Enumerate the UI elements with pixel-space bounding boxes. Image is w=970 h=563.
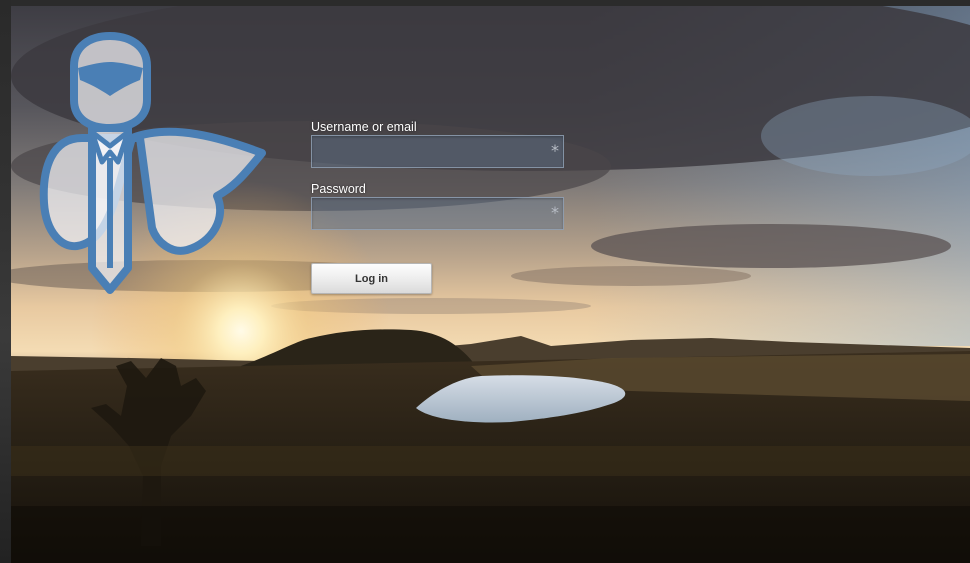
username-input[interactable]: [311, 135, 564, 168]
login-screen: Username or email * Password * Log in: [0, 0, 970, 563]
username-required-marker: *: [551, 141, 559, 160]
login-form: Username or email * Password * Log in: [311, 120, 571, 294]
keycloak-key-knight-icon: [39, 32, 266, 294]
left-window-edge: [0, 0, 11, 563]
login-button[interactable]: Log in: [311, 263, 432, 294]
password-field-wrapper: *: [311, 197, 564, 230]
username-field-wrapper: *: [311, 135, 564, 168]
password-label: Password: [311, 182, 366, 196]
password-required-marker: *: [551, 203, 559, 222]
password-input[interactable]: [311, 197, 564, 230]
username-label: Username or email: [311, 120, 417, 134]
